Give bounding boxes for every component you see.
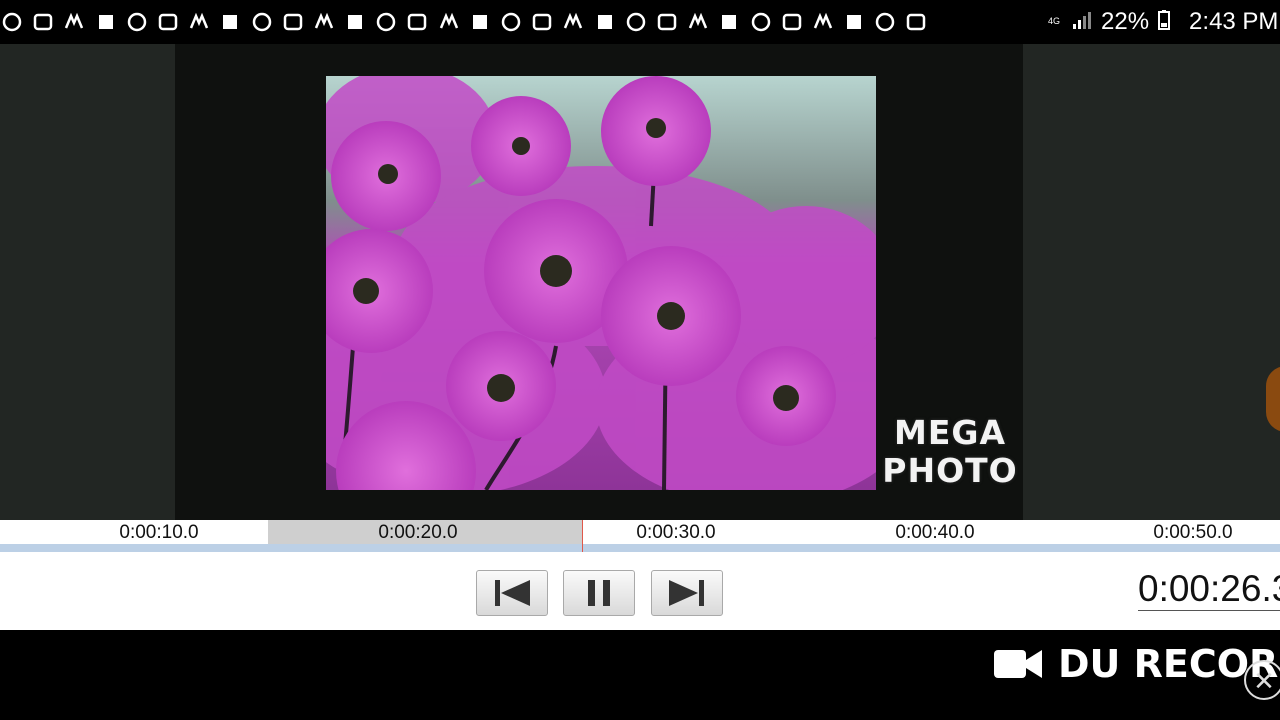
previous-button[interactable] xyxy=(476,570,548,616)
checklist-icon xyxy=(749,11,773,33)
battery-percent: 22% xyxy=(1101,8,1150,35)
status-bar: 4G 22% 2:43 PM xyxy=(0,0,1280,44)
instagram-icon xyxy=(0,11,24,33)
photo-editor-icon xyxy=(499,11,523,33)
lte-icon: 4G xyxy=(1045,9,1067,36)
clock: 2:43 PM xyxy=(1189,8,1279,35)
cast-icon xyxy=(904,11,928,33)
floating-handle[interactable] xyxy=(1266,366,1280,432)
video-camera-icon xyxy=(281,11,305,33)
video-icon xyxy=(686,11,710,33)
watermark-line1: MEGA xyxy=(893,413,1006,452)
timeline-track[interactable] xyxy=(0,544,1280,552)
phone-icon xyxy=(343,11,367,33)
signal-icon xyxy=(1071,9,1093,36)
chrome-icon xyxy=(468,11,492,33)
timeline-tick: 0:00:30.0 xyxy=(636,522,716,543)
record-icon xyxy=(218,11,242,33)
tiktok-icon xyxy=(94,11,118,33)
battery-icon xyxy=(1153,9,1175,36)
timeline-tick: 0:00:20.0 xyxy=(378,522,458,543)
skip-previous-icon xyxy=(495,580,530,606)
recorder-banner[interactable]: DU RECORD xyxy=(992,642,1280,686)
watermark-line2: PHOTO xyxy=(882,451,1018,490)
watermark: MEGA PHOTO xyxy=(880,414,1020,490)
messenger-icon xyxy=(62,11,86,33)
gmail-icon xyxy=(187,11,211,33)
camera-icon xyxy=(655,11,679,33)
current-time: 0:00:26.3 xyxy=(1138,568,1280,611)
video-stage: MEGA PHOTO xyxy=(0,44,1280,520)
chrome-icon xyxy=(374,11,398,33)
app-icon xyxy=(873,11,897,33)
wattpad-icon xyxy=(156,11,180,33)
svg-text:4G: 4G xyxy=(1048,16,1060,26)
screen-icon xyxy=(780,11,804,33)
timeline-tick: 0:00:10.0 xyxy=(119,522,199,543)
skip-next-icon xyxy=(669,580,704,606)
editor-icon xyxy=(624,11,648,33)
wattpad-icon xyxy=(125,11,149,33)
timeline-tick: 0:00:40.0 xyxy=(895,522,975,543)
timeline-tick: 0:00:50.0 xyxy=(1153,522,1233,543)
next-button[interactable] xyxy=(651,570,723,616)
chrome-icon xyxy=(437,11,461,33)
location-icon xyxy=(593,11,617,33)
cloud-photo-icon xyxy=(312,11,336,33)
bottom-overlay: DU RECORD ✕ xyxy=(0,630,1280,720)
record-icon xyxy=(811,11,835,33)
gallery-icon xyxy=(250,11,274,33)
pause-icon xyxy=(588,580,610,606)
game-icon xyxy=(530,11,554,33)
notification-icons xyxy=(0,8,936,36)
music-icon xyxy=(717,11,741,33)
youtube-icon xyxy=(842,11,866,33)
chrome-icon xyxy=(405,11,429,33)
system-icons: 4G 22% 2:43 PM xyxy=(1045,8,1278,36)
pause-button[interactable] xyxy=(563,570,635,616)
flower-photo xyxy=(326,76,876,490)
photo-frame-icon xyxy=(561,11,585,33)
video-frame[interactable]: MEGA PHOTO xyxy=(175,44,1023,520)
video-camera-icon xyxy=(994,650,1042,678)
whatsapp-icon xyxy=(31,11,55,33)
playhead[interactable] xyxy=(582,520,583,552)
close-icon[interactable]: ✕ xyxy=(1244,660,1280,700)
timeline[interactable]: 0:00:10.0 0:00:20.0 0:00:30.0 0:00:40.0 … xyxy=(0,520,1280,552)
playback-controls: 0:00:26.3 xyxy=(0,552,1280,630)
